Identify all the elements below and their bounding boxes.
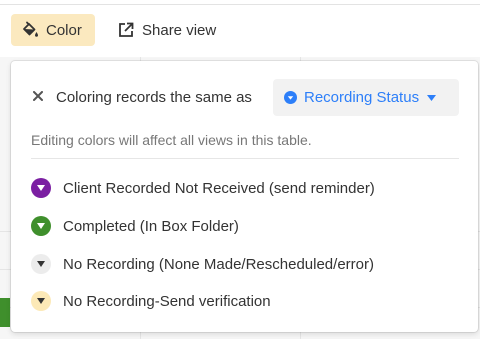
color-config-popover: Coloring records the same as Recording S…: [11, 61, 478, 332]
caret-down-in-circle-icon[interactable]: [31, 254, 51, 274]
color-button[interactable]: Color: [11, 14, 95, 46]
paint-bucket-icon: [21, 21, 39, 39]
share-view-button-label: Share view: [142, 21, 217, 39]
external-link-icon: [117, 21, 135, 39]
grid-cell-green[interactable]: [0, 298, 10, 327]
single-select-field-icon: [284, 91, 297, 104]
field-select-dropdown[interactable]: Recording Status: [273, 79, 459, 116]
color-option-label: No Recording-Send verification: [63, 292, 271, 310]
caret-down-in-circle-icon[interactable]: [31, 216, 51, 236]
caret-down-in-circle-icon[interactable]: [31, 291, 51, 311]
editing-colors-hint: Editing colors will affect all views in …: [31, 132, 312, 148]
color-button-label: Color: [46, 21, 82, 39]
color-option[interactable]: Completed (In Box Folder): [31, 215, 461, 237]
color-option[interactable]: No Recording (None Made/Rescheduled/erro…: [31, 253, 461, 275]
color-option-label: Client Recorded Not Received (send remin…: [63, 179, 375, 197]
share-view-button[interactable]: Share view: [110, 14, 228, 46]
close-icon[interactable]: [31, 89, 45, 103]
caret-down-icon: [427, 94, 437, 101]
caret-down-in-circle-icon[interactable]: [31, 178, 51, 198]
coloring-description: Coloring records the same as: [56, 89, 252, 106]
divider: [31, 158, 459, 159]
color-option[interactable]: No Recording-Send verification: [31, 290, 461, 312]
selected-field-name: Recording Status: [304, 89, 420, 106]
color-option[interactable]: Client Recorded Not Received (send remin…: [31, 177, 461, 199]
coloring-header: Coloring records the same as Recording S…: [11, 79, 478, 117]
color-option-label: No Recording (None Made/Rescheduled/erro…: [63, 255, 374, 273]
view-toolbar: Color Share view: [0, 5, 480, 57]
color-option-label: Completed (In Box Folder): [63, 217, 239, 235]
